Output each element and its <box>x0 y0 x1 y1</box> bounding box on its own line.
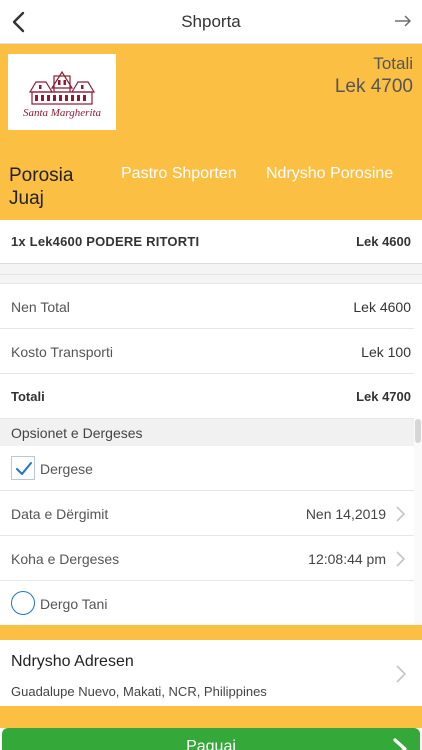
clear-cart-button[interactable]: Pastro Shporten <box>121 165 237 183</box>
pay-button[interactable]: Paguaj <box>2 728 420 750</box>
logo-wordmark: Santa Margherita <box>23 107 102 119</box>
header-total-value: Lek 4700 <box>334 76 413 97</box>
cart-item-name: 1x Lek4600 PODERE RITORTI <box>11 234 200 249</box>
cart-item-row[interactable]: 1x Lek4600 PODERE RITORTI Lek 4600 <box>0 220 422 264</box>
delivery-time-row[interactable]: Koha e Dergeses 12:08:44 pm <box>0 536 414 581</box>
address-value: Guadalupe Nuevo, Makati, NCR, Philippine… <box>11 684 267 699</box>
subtotal-row: Nen Total Lek 4600 <box>0 284 414 329</box>
delivery-date-value: Nen 14,2019 <box>305 506 386 522</box>
section-divider <box>0 264 422 284</box>
subtotal-value: Lek 4600 <box>353 299 411 315</box>
shipping-value: Lek 100 <box>361 344 411 360</box>
your-order-label: Porosia Juaj <box>9 165 74 209</box>
delivery-time-value: 12:08:44 pm <box>308 551 386 567</box>
deliver-now-radio[interactable] <box>11 591 35 615</box>
delivery-time-label: Koha e Dergeses <box>11 551 120 567</box>
order-header: Santa Margherita Totali Lek 4700 Porosia… <box>0 44 422 220</box>
delivery-option-label: Dergese <box>40 461 93 477</box>
delivery-checkbox[interactable] <box>11 456 35 480</box>
change-order-button[interactable]: Ndrysho Porosine <box>266 165 393 183</box>
page-title: Shporta <box>181 12 241 31</box>
navigation-bar: Shporta <box>0 0 422 44</box>
chevron-right-icon <box>396 551 406 567</box>
delivery-options-header: Opsionet e Dergeses <box>0 419 414 446</box>
pay-button-label: Paguaj <box>186 738 236 750</box>
shipping-row: Kosto Transporti Lek 100 <box>0 329 414 374</box>
delivery-date-label: Data e Dërgimit <box>11 506 109 522</box>
scrollbar-thumb[interactable] <box>415 419 421 443</box>
change-address-title: Ndrysho Adresen <box>11 653 134 670</box>
chevron-right-icon <box>396 506 406 522</box>
delivery-date-row[interactable]: Data e Dërgimit Nen 14,2019 <box>0 491 414 536</box>
deliver-now-label: Dergo Tani <box>40 596 108 612</box>
restaurant-logo: Santa Margherita <box>8 54 116 130</box>
address-bottom-band <box>0 706 422 728</box>
total-row: Totali Lek 4700 <box>0 374 414 419</box>
delivery-option-row[interactable]: Dergese <box>0 446 414 491</box>
scrollbar[interactable] <box>414 419 422 625</box>
address-top-band <box>0 625 422 640</box>
delivery-options-title: Opsionet e Dergeses <box>11 425 143 441</box>
divider-line <box>0 274 422 275</box>
header-total-label: Totali <box>373 54 413 73</box>
arrow-right-icon <box>395 15 411 27</box>
total-label: Totali <box>11 389 45 404</box>
total-value: Lek 4700 <box>356 389 411 404</box>
checkmark-icon <box>16 462 32 475</box>
cart-item-price: Lek 4600 <box>356 234 411 249</box>
chevron-right-icon <box>393 738 407 750</box>
forward-button[interactable] <box>392 10 414 32</box>
chevron-right-icon <box>396 665 407 683</box>
villa-logo-icon: Santa Margherita <box>23 70 102 119</box>
shipping-label: Kosto Transporti <box>11 344 113 360</box>
subtotal-label: Nen Total <box>11 299 70 315</box>
change-address-row[interactable]: Ndrysho Adresen Guadalupe Nuevo, Makati,… <box>0 640 422 706</box>
deliver-now-row[interactable]: Dergo Tani <box>0 581 414 625</box>
